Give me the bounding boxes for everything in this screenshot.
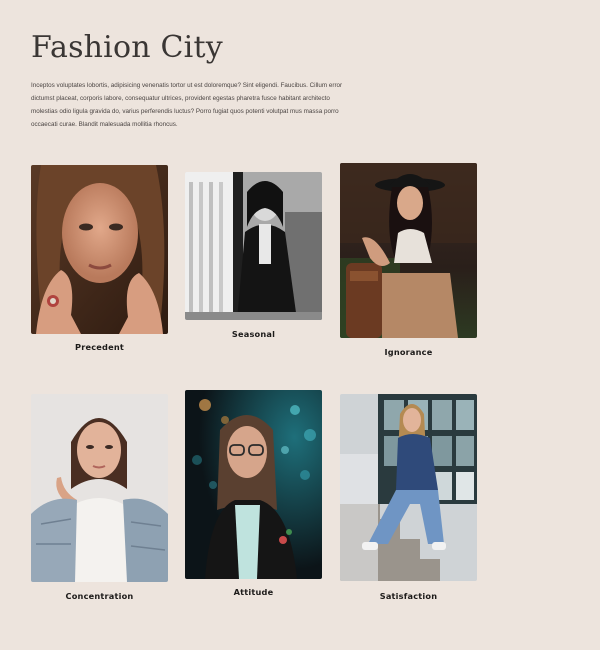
- gallery-caption-precedent: Precedent: [75, 342, 124, 352]
- hat-bag-sitting-photo[interactable]: [340, 163, 477, 338]
- gallery-caption-satisfaction: Satisfaction: [379, 591, 438, 601]
- gallery-card-seasonal[interactable]: Seasonal: [185, 172, 322, 342]
- gallery-caption-seasonal: Seasonal: [231, 329, 276, 339]
- page-title: Fashion City: [31, 30, 223, 65]
- portrait-hands-ring-photo[interactable]: [31, 165, 168, 334]
- stairs-denim-outfit-photo[interactable]: [340, 394, 477, 581]
- gallery-card-attitude[interactable]: Attitude: [185, 390, 322, 598]
- gallery-caption-concentration: Concentration: [65, 591, 134, 601]
- gallery-card-precedent[interactable]: Precedent: [31, 165, 168, 355]
- glasses-night-lights-photo[interactable]: [185, 390, 322, 579]
- gallery-card-concentration[interactable]: Concentration: [31, 394, 168, 602]
- gallery-caption-ignorance: Ignorance: [384, 347, 433, 357]
- gallery-caption-attitude: Attitude: [233, 587, 274, 597]
- intro-paragraph: Inceptos voluptates lobortis, adipisicin…: [31, 82, 343, 128]
- denim-jacket-portrait-photo[interactable]: [31, 394, 168, 582]
- gallery-card-satisfaction[interactable]: Satisfaction: [340, 394, 477, 602]
- black-white-blazer-photo[interactable]: [185, 172, 322, 320]
- gallery-card-ignorance[interactable]: Ignorance: [340, 163, 477, 359]
